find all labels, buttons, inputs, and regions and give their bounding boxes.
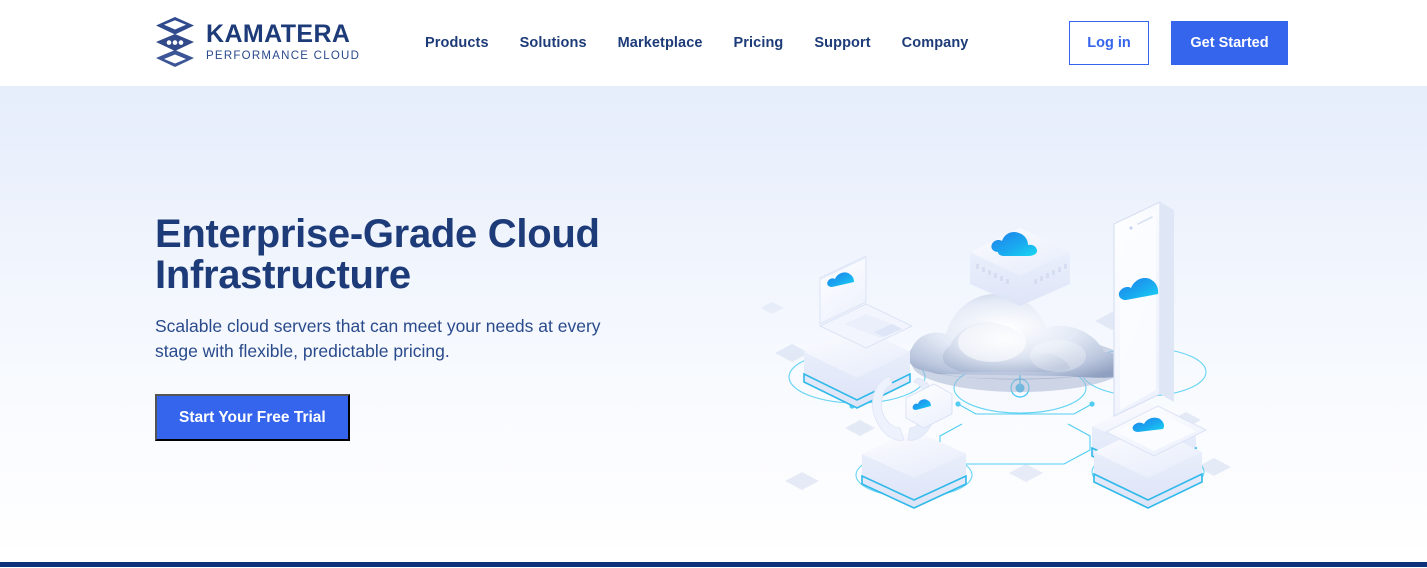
hero-illustration <box>762 192 1252 522</box>
bottom-divider-bar <box>0 562 1427 567</box>
nav-item-support[interactable]: Support <box>814 35 870 51</box>
nav-item-solutions[interactable]: Solutions <box>520 35 587 51</box>
brand-text: KAMATERA PERFORMANCE CLOUD <box>206 21 360 63</box>
hero-title: Enterprise-Grade Cloud Infrastructure <box>155 212 600 298</box>
header-inner: KAMATERA PERFORMANCE CLOUD Products Solu… <box>0 0 1427 86</box>
brand-tagline: PERFORMANCE CLOUD <box>206 50 361 63</box>
brand-name: KAMATERA <box>206 20 351 49</box>
stacked-layers-icon <box>155 14 195 70</box>
nav-item-company[interactable]: Company <box>902 35 969 51</box>
smartwatch-on-pedestal <box>861 375 967 509</box>
page-root: KAMATERA PERFORMANCE CLOUD Products Solu… <box>0 0 1427 568</box>
central-cloud <box>908 293 1128 392</box>
hero-copy: Enterprise-Grade Cloud Infrastructure Sc… <box>155 212 625 442</box>
hero-subtitle: Scalable cloud servers that can meet you… <box>155 316 601 362</box>
laptop-on-pedestal <box>803 255 914 409</box>
start-free-trial-button[interactable]: Start Your Free Trial <box>155 394 350 442</box>
site-header: KAMATERA PERFORMANCE CLOUD Products Solu… <box>0 0 1427 86</box>
hero-section: Enterprise-Grade Cloud Infrastructure Sc… <box>0 86 1427 562</box>
brand-logo-link[interactable]: KAMATERA PERFORMANCE CLOUD <box>155 14 360 70</box>
server-disc-cloud-icon <box>970 228 1070 306</box>
main-navigation: Products Solutions Marketplace Pricing S… <box>425 0 968 86</box>
nav-item-pricing[interactable]: Pricing <box>734 35 784 51</box>
get-started-button[interactable]: Get Started <box>1171 21 1288 65</box>
nav-item-marketplace[interactable]: Marketplace <box>618 35 703 51</box>
nav-item-products[interactable]: Products <box>425 35 489 51</box>
login-button[interactable]: Log in <box>1069 21 1149 65</box>
header-actions: Log in Get Started <box>1069 0 1288 86</box>
